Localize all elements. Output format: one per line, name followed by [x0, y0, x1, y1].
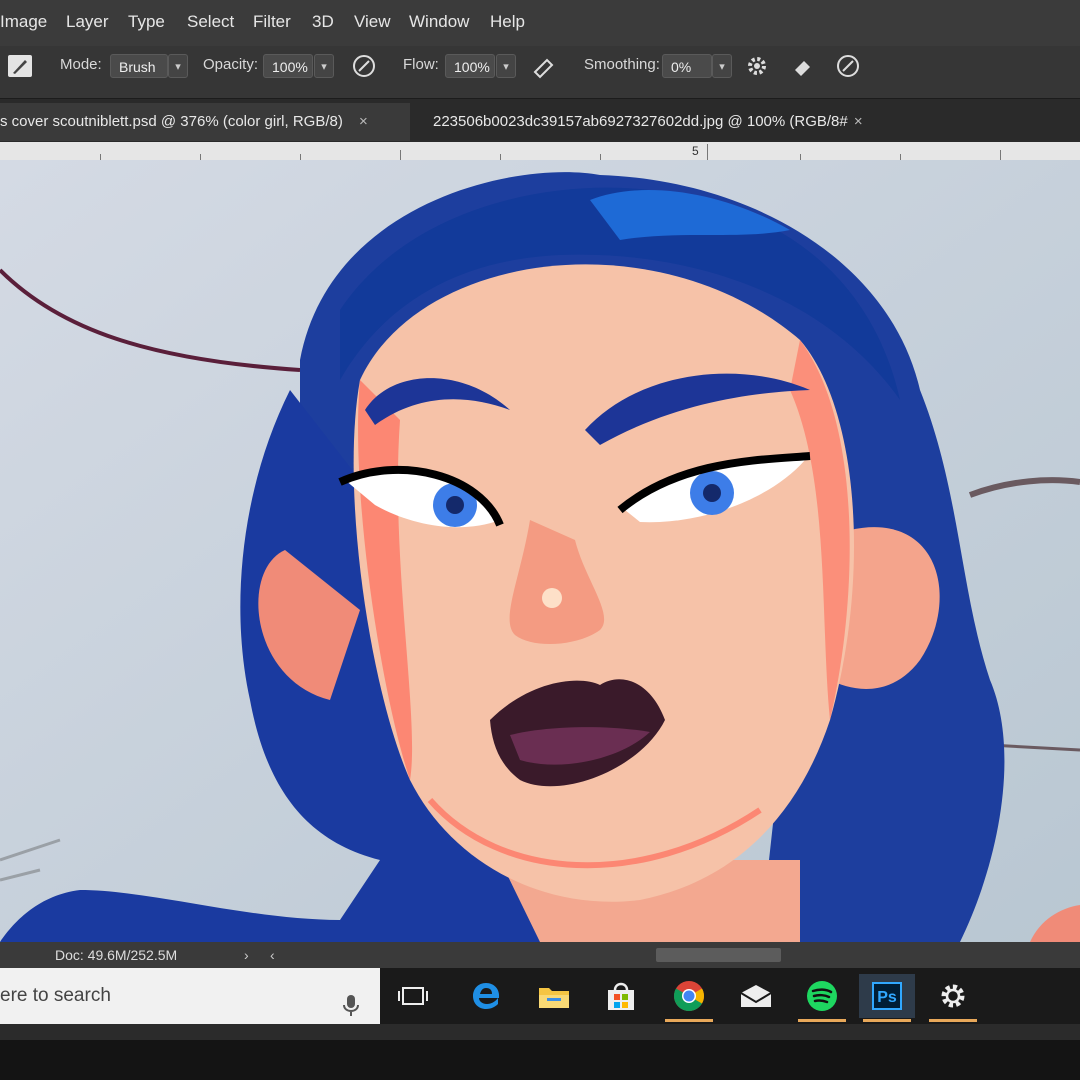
- chevron-right-icon[interactable]: ›: [244, 942, 249, 968]
- document-canvas[interactable]: [0, 160, 1080, 942]
- store-icon[interactable]: [593, 974, 649, 1018]
- ruler-number: 5: [692, 144, 699, 158]
- pressure-size-icon[interactable]: [834, 52, 862, 80]
- tab-scoutniblett-psd[interactable]: s cover scoutniblett.psd @ 376% (color g…: [0, 103, 410, 141]
- task-view-icon[interactable]: [385, 974, 441, 1018]
- photoshop-window: Image Layer Type Select Filter 3D View W…: [0, 0, 1080, 1040]
- document-tabs: s cover scoutniblett.psd @ 376% (color g…: [0, 98, 1080, 143]
- menu-help[interactable]: Help: [490, 12, 525, 32]
- mail-icon[interactable]: [728, 974, 784, 1018]
- tab-label: 223506b0023dc39157ab6927327602dd.jpg @ 1…: [433, 113, 848, 130]
- menu-select[interactable]: Select: [187, 12, 234, 32]
- horizontal-scrollbar[interactable]: [656, 948, 781, 962]
- search-placeholder: ere to search: [0, 985, 111, 1006]
- doc-size: Doc: 49.6M/252.5M: [55, 947, 178, 963]
- options-bar: Mode: Brush ▾ Opacity: 100% ▾ Flow: 100%…: [0, 46, 1080, 98]
- chevron-down-icon[interactable]: ▾: [314, 54, 334, 78]
- photoshop-logo: Ps: [872, 982, 902, 1010]
- search-box[interactable]: ere to search: [0, 968, 380, 1024]
- airbrush-icon[interactable]: [530, 52, 558, 80]
- menu-type[interactable]: Type: [128, 12, 165, 32]
- menu-window[interactable]: Window: [409, 12, 469, 32]
- pressure-opacity-icon[interactable]: [350, 52, 378, 80]
- chevron-down-icon[interactable]: ▾: [496, 54, 516, 78]
- opacity-label: Opacity:: [203, 56, 259, 73]
- menu-view[interactable]: View: [354, 12, 391, 32]
- tab-label: s cover scoutniblett.psd @ 376% (color g…: [0, 113, 343, 130]
- smoothing-input[interactable]: 0%: [662, 54, 712, 78]
- menu-layer[interactable]: Layer: [66, 12, 109, 32]
- symmetry-icon[interactable]: [790, 52, 818, 80]
- photoshop-icon[interactable]: Ps: [859, 974, 915, 1022]
- tab-jpg-image[interactable]: 223506b0023dc39157ab6927327602dd.jpg @ 1…: [425, 103, 905, 141]
- flow-label: Flow:: [403, 56, 439, 73]
- menu-bar: Image Layer Type Select Filter 3D View W…: [0, 0, 1080, 46]
- close-icon[interactable]: ×: [854, 113, 863, 130]
- painting-artwork: [0, 160, 1080, 942]
- chevron-down-icon[interactable]: ▾: [712, 54, 732, 78]
- gear-icon[interactable]: [743, 52, 771, 80]
- status-bar: Doc: 49.6M/252.5M › ‹: [0, 942, 1080, 968]
- menu-filter[interactable]: Filter: [253, 12, 291, 32]
- flow-input[interactable]: 100%: [445, 54, 495, 78]
- chevron-left-icon[interactable]: ‹: [270, 942, 275, 968]
- settings-icon[interactable]: [925, 974, 981, 1022]
- file-explorer-icon[interactable]: [526, 974, 582, 1018]
- spotify-icon[interactable]: [794, 974, 850, 1022]
- menu-3d[interactable]: 3D: [312, 12, 334, 32]
- mode-select[interactable]: Brush: [110, 54, 168, 78]
- microphone-icon[interactable]: [343, 984, 359, 1016]
- brush-preset-icon[interactable]: [6, 52, 34, 80]
- mode-label: Mode:: [60, 56, 102, 73]
- close-icon[interactable]: ×: [359, 113, 368, 130]
- windows-taskbar: ere to search Ps: [0, 968, 1080, 1024]
- horizontal-ruler: 5: [0, 142, 1080, 161]
- chevron-down-icon[interactable]: ▾: [168, 54, 188, 78]
- edge-icon[interactable]: [458, 974, 514, 1018]
- menu-image[interactable]: Image: [0, 12, 47, 32]
- smoothing-label: Smoothing:: [584, 56, 660, 73]
- chrome-icon[interactable]: [661, 974, 717, 1022]
- opacity-input[interactable]: 100%: [263, 54, 313, 78]
